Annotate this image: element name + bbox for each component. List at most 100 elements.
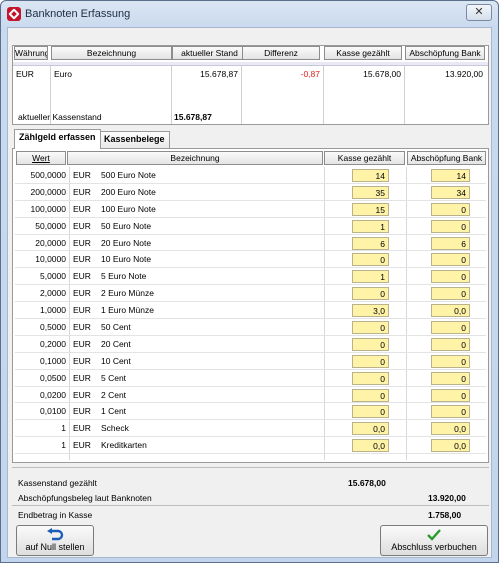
cell-wert: 0,1000 (40, 355, 66, 366)
cell-wert: 0,0200 (40, 389, 66, 400)
cell-wert: 1 (61, 423, 66, 434)
table-row[interactable]: 2,0000 EUR 2 Euro Münze 0 0 (15, 285, 486, 303)
table-row[interactable]: 0,2000 EUR 20 Cent 0 0 (15, 336, 486, 353)
kasse-gezaehlt-input[interactable]: 0 (352, 405, 389, 419)
table-row[interactable]: 10,0000 EUR 10 Euro Note 0 0 (15, 251, 486, 269)
cell-note-bezeichnung: 200 Euro Note (101, 186, 156, 197)
cell-kasse-gezaehlt: 15.678,00 (324, 66, 405, 124)
col-header-kasse-gezaehlt[interactable]: Kasse gezählt (324, 46, 402, 60)
cell-wert: 10,0000 (35, 254, 66, 265)
kasse-gezaehlt-input[interactable]: 0 (352, 388, 389, 402)
null-stellen-button[interactable]: auf Null stellen (16, 525, 94, 556)
col-header-note-bank[interactable]: Abschöpfung Bank (407, 151, 486, 165)
cell-note-bezeichnung: 1 Euro Münze (101, 305, 154, 316)
kasse-gezaehlt-input[interactable]: 0,0 (352, 422, 389, 436)
cell-note-bezeichnung: 10 Euro Note (101, 254, 152, 265)
cell-wert: 5,0000 (40, 271, 66, 282)
table-row[interactable]: 0,0200 EUR 2 Cent 0 0 (15, 387, 486, 404)
kasse-gezaehlt-input[interactable]: 14 (352, 169, 389, 182)
col-header-waehrung[interactable]: Währung (14, 46, 48, 60)
col-header-wert[interactable]: Wert (16, 151, 66, 165)
tab-zaehlgeld-erfassen[interactable]: Zählgeld erfassen (14, 129, 101, 149)
abschoepfung-bank-input[interactable]: 0 (431, 202, 470, 216)
kassenstand-gezaehlt-value: 15.678,00 (348, 478, 386, 488)
cell-wert: 2,0000 (40, 288, 66, 299)
notes-grid-header: Wert Bezeichnung Kasse gezählt Abschöpfu… (15, 151, 486, 166)
cell-wert: 500,0000 (30, 170, 66, 180)
table-row[interactable]: 200,0000 EUR 200 Euro Note 35 34 (15, 184, 486, 201)
abschoepfung-bank-input[interactable]: 0 (431, 321, 470, 335)
cell-waehrung: EUR (73, 305, 91, 316)
cell-wert: 20,0000 (35, 237, 66, 248)
abschoepfung-bank-input[interactable]: 0 (431, 371, 470, 385)
table-row[interactable]: 500,0000 EUR 500 Euro Note 14 14 (15, 167, 486, 184)
kasse-gezaehlt-input[interactable]: 1 (352, 219, 389, 233)
abschoepfung-bank-input[interactable]: 0 (431, 219, 470, 233)
cell-note-bezeichnung: 5 Euro Note (101, 271, 147, 282)
col-header-abschoepfung-bank[interactable]: Abschöpfung Bank (405, 46, 485, 60)
abschoepfung-bank-input[interactable]: 0 (431, 270, 470, 284)
table-row[interactable]: 50,0000 EUR 50 Euro Note 1 0 (15, 218, 486, 235)
kasse-gezaehlt-input[interactable]: 6 (352, 236, 389, 250)
abschoepfung-bank-input[interactable]: 6 (431, 236, 470, 250)
table-row[interactable]: 1 EUR Kreditkarten 0,0 0,0 (15, 437, 486, 455)
abschoepfungsbeleg-label: Abschöpfungsbeleg laut Banknoten (18, 493, 152, 503)
close-button[interactable]: ✕ (466, 4, 492, 21)
kasse-gezaehlt-input[interactable]: 1 (352, 270, 389, 284)
table-row[interactable]: 1 EUR Scheck 0,0 0,0 (15, 420, 486, 438)
cell-waehrung: EUR (73, 186, 91, 197)
kasse-gezaehlt-input[interactable]: 3,0 (352, 304, 389, 318)
col-header-note-bezeichnung[interactable]: Bezeichnung (67, 151, 323, 165)
kasse-gezaehlt-input[interactable]: 0 (352, 337, 389, 351)
abschoepfung-bank-input[interactable]: 0 (431, 405, 470, 419)
kassenstand-gezaehlt-label: Kassenstand gezählt (18, 478, 97, 488)
notes-grid: Wert Bezeichnung Kasse gezählt Abschöpfu… (15, 151, 486, 460)
table-row[interactable]: 0,0100 EUR 1 Cent 0 0 (15, 403, 486, 421)
kasse-gezaehlt-input[interactable]: 15 (352, 202, 389, 216)
table-row[interactable]: 0,5000 EUR 50 Cent 0 0 (15, 319, 486, 336)
abschoepfung-bank-input[interactable]: 0 (431, 388, 470, 402)
banknoten-window: Banknoten Erfassung ✕ Währung Bezeichnun… (0, 0, 499, 563)
abschoepfung-bank-input[interactable]: 0 (431, 337, 470, 351)
abschoepfung-bank-input[interactable]: 14 (431, 169, 470, 182)
cell-note-bezeichnung: 500 Euro Note (101, 170, 156, 180)
kasse-gezaehlt-input[interactable]: 0,0 (352, 439, 389, 453)
cell-wert: 0,2000 (40, 338, 66, 349)
abschluss-verbuchen-label: Abschluss verbuchen (391, 542, 477, 552)
cell-waehrung: EUR (73, 355, 91, 366)
kasse-gezaehlt-input[interactable]: 0 (352, 371, 389, 385)
title-bar[interactable]: Banknoten Erfassung ✕ (1, 1, 498, 27)
table-row[interactable]: 0,0500 EUR 5 Cent 0 0 (15, 370, 486, 387)
kasse-gezaehlt-input[interactable]: 35 (352, 185, 389, 199)
app-logo-icon (7, 7, 21, 21)
abschoepfung-bank-input[interactable]: 0,0 (431, 439, 470, 453)
abschoepfung-bank-input[interactable]: 0,0 (431, 304, 470, 318)
abschoepfung-bank-input[interactable]: 0,0 (431, 422, 470, 436)
kasse-gezaehlt-input[interactable]: 0 (352, 287, 389, 301)
currency-grid-header: Währung Bezeichnung aktueller Stand Diff… (13, 46, 488, 62)
kasse-gezaehlt-input[interactable]: 0 (352, 253, 389, 267)
kasse-gezaehlt-input[interactable]: 0 (352, 321, 389, 335)
col-header-note-kasse[interactable]: Kasse gezählt (324, 151, 405, 165)
abschoepfung-bank-input[interactable]: 0 (431, 253, 470, 267)
col-header-bezeichnung[interactable]: Bezeichnung (51, 46, 172, 60)
table-row[interactable]: 20,0000 EUR 20 Euro Note 6 6 (15, 235, 486, 252)
abschoepfung-bank-input[interactable]: 34 (431, 185, 470, 199)
cell-wert: 200,0000 (30, 186, 66, 197)
cell-note-bezeichnung: 1 Cent (101, 406, 127, 417)
notes-rows: 500,0000 EUR 500 Euro Note 14 14 200,0000 EUR 2… (15, 167, 486, 455)
col-header-differenz[interactable]: Differenz (242, 46, 320, 60)
kasse-gezaehlt-input[interactable]: 0 (352, 354, 389, 368)
abschluss-verbuchen-button[interactable]: Abschluss verbuchen (380, 525, 488, 556)
table-row[interactable]: 5,0000 EUR 5 Euro Note 1 0 (15, 268, 486, 286)
col-header-aktueller-stand[interactable]: aktueller Stand (172, 46, 247, 60)
abschoepfung-bank-input[interactable]: 0 (431, 287, 470, 301)
abschoepfung-bank-input[interactable]: 0 (431, 354, 470, 368)
cell-wert: 0,5000 (40, 322, 66, 333)
cell-note-bezeichnung: 20 Cent (101, 338, 131, 349)
table-row[interactable]: 100,0000 EUR 100 Euro Note 15 0 (15, 201, 486, 218)
tab-kassenbelege[interactable]: Kassenbelege (99, 131, 170, 148)
table-row[interactable]: 0,1000 EUR 10 Cent 0 0 (15, 353, 486, 370)
cell-waehrung: EUR (73, 254, 91, 265)
table-row[interactable]: 1,0000 EUR 1 Euro Münze 3,0 0,0 (15, 302, 486, 320)
